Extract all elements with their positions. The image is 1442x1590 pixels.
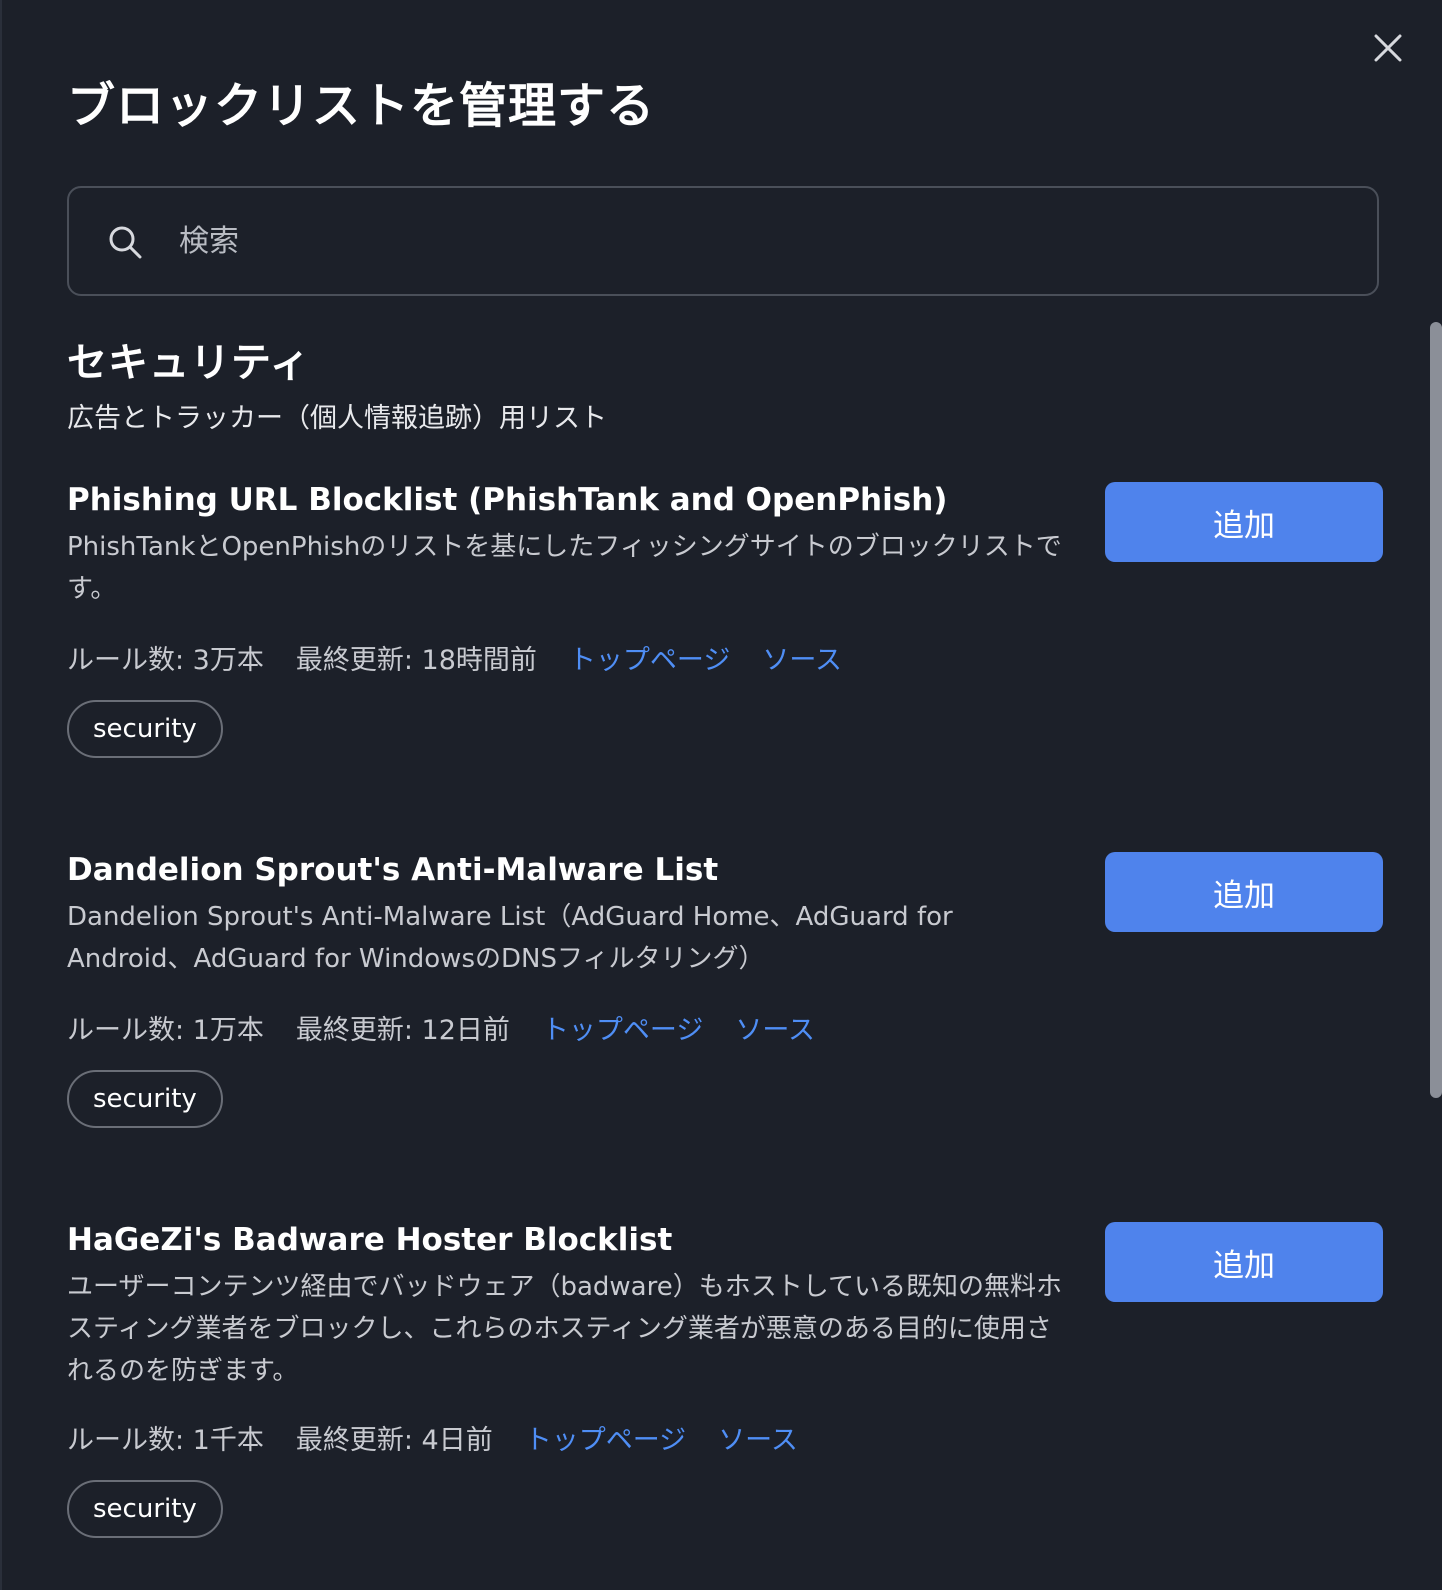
- list-description: PhishTankとOpenPhishのリストを基にしたフィッシングサイトのブロ…: [67, 532, 1062, 604]
- scrollbar-track[interactable]: [1428, 322, 1442, 1590]
- list-meta: ルール数: 3万本 最終更新: 18時間前 トップページ ソース: [67, 638, 874, 677]
- list-meta: ルール数: 1万本 最終更新: 12日前 トップページ ソース: [67, 1008, 847, 1047]
- last-updated: 最終更新: 4日前: [295, 1425, 493, 1456]
- blocklist-dialog: ブロックリストを管理する セキュリティ 広告とトラッカー（個人情報追跡）用リスト…: [0, 0, 1442, 1590]
- source-link[interactable]: ソース: [718, 1418, 798, 1457]
- homepage-link[interactable]: トップページ: [569, 638, 730, 677]
- list-name: Dandelion Sprout's Anti-Malware List: [67, 852, 719, 888]
- tag-badge: security: [67, 700, 223, 758]
- source-link[interactable]: ソース: [735, 1008, 815, 1047]
- rule-count: ルール数: 1千本: [67, 1425, 264, 1456]
- add-button[interactable]: 追加: [1105, 1222, 1383, 1302]
- search-box[interactable]: [67, 186, 1379, 296]
- scrollbar-thumb[interactable]: [1430, 322, 1442, 1098]
- add-button[interactable]: 追加: [1105, 482, 1383, 562]
- list-description: ユーザーコンテンツ経由でバッドウェア（badware）もホストしている既知の無料…: [67, 1272, 1062, 1386]
- source-link[interactable]: ソース: [762, 638, 842, 677]
- rule-count: ルール数: 3万本: [67, 645, 264, 676]
- list-name: HaGeZi's Badware Hoster Blocklist: [67, 1222, 673, 1258]
- add-button[interactable]: 追加: [1105, 852, 1383, 932]
- last-updated: 最終更新: 12日前: [295, 1015, 510, 1046]
- tag-badge: security: [67, 1070, 223, 1128]
- dialog-title: ブロックリストを管理する: [67, 78, 656, 134]
- rule-count: ルール数: 1万本: [67, 1015, 264, 1046]
- list-name: Phishing URL Blocklist (PhishTank and Op…: [67, 482, 948, 518]
- homepage-link[interactable]: トップページ: [525, 1418, 686, 1457]
- close-button[interactable]: [1370, 30, 1406, 66]
- list-description: Dandelion Sprout's Anti-Malware List（AdG…: [67, 902, 953, 974]
- homepage-link[interactable]: トップページ: [542, 1008, 703, 1047]
- tag-badge: security: [67, 1480, 223, 1538]
- blocklist-scroll-area[interactable]: セキュリティ 広告とトラッカー（個人情報追跡）用リスト Phishing URL…: [2, 320, 1442, 1590]
- last-updated: 最終更新: 18時間前: [295, 645, 537, 676]
- section-description: 広告とトラッカー（個人情報追跡）用リスト: [67, 403, 607, 434]
- search-icon: [109, 226, 142, 259]
- section-title: セキュリティ: [67, 340, 311, 386]
- close-icon: [1374, 34, 1402, 62]
- search-input[interactable]: [179, 208, 1359, 274]
- list-meta: ルール数: 1千本 最終更新: 4日前 トップページ ソース: [67, 1418, 830, 1457]
